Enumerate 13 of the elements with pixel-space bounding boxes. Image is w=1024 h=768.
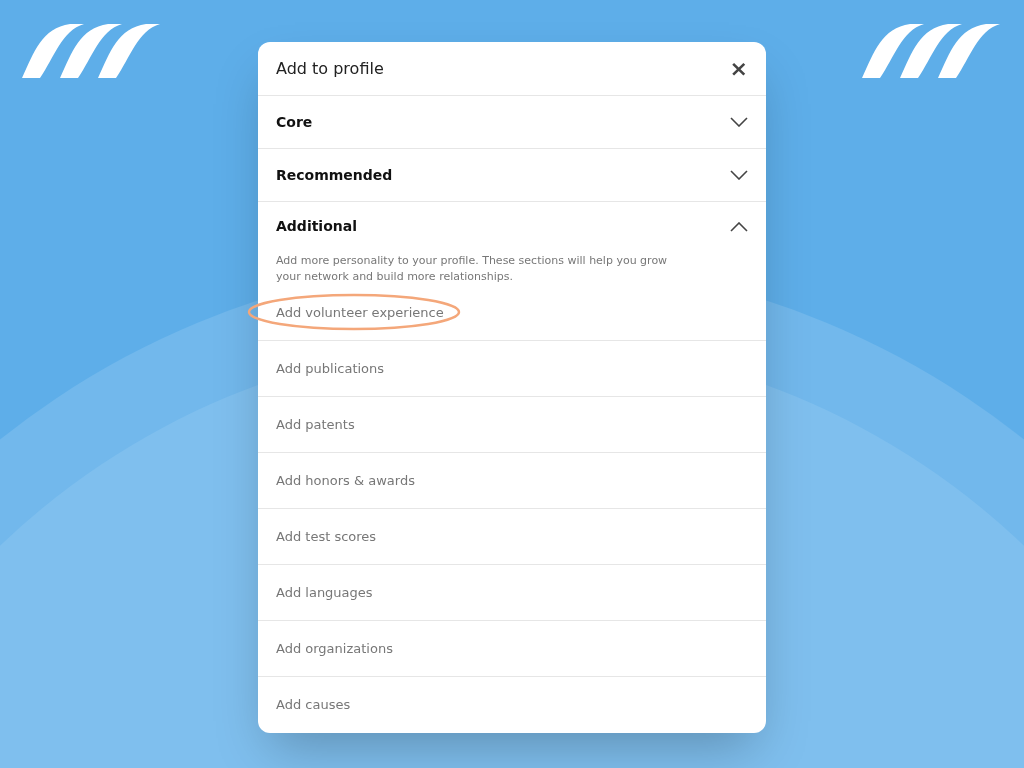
add-section-link[interactable]: Add test scores: [276, 526, 377, 547]
add-section-link[interactable]: Add causes: [276, 695, 351, 715]
add-section-link[interactable]: Add organizations: [276, 638, 393, 659]
section-header[interactable]: Additional: [258, 202, 766, 243]
add-section-link[interactable]: Add publications: [276, 358, 385, 379]
dialog-title: Add to profile: [276, 57, 384, 80]
section-header[interactable]: Core: [258, 96, 766, 148]
section-header[interactable]: Recommended: [258, 149, 766, 201]
add-section-link[interactable]: Add languages: [276, 582, 373, 603]
close-button[interactable]: ×: [729, 57, 748, 80]
add-section-link[interactable]: Add honors & awards: [276, 470, 415, 491]
add-section-link[interactable]: Add patents: [276, 414, 355, 435]
section-description: Add more personality to your profile. These sections will help you grow your network and build more relationships.: [275, 253, 669, 285]
